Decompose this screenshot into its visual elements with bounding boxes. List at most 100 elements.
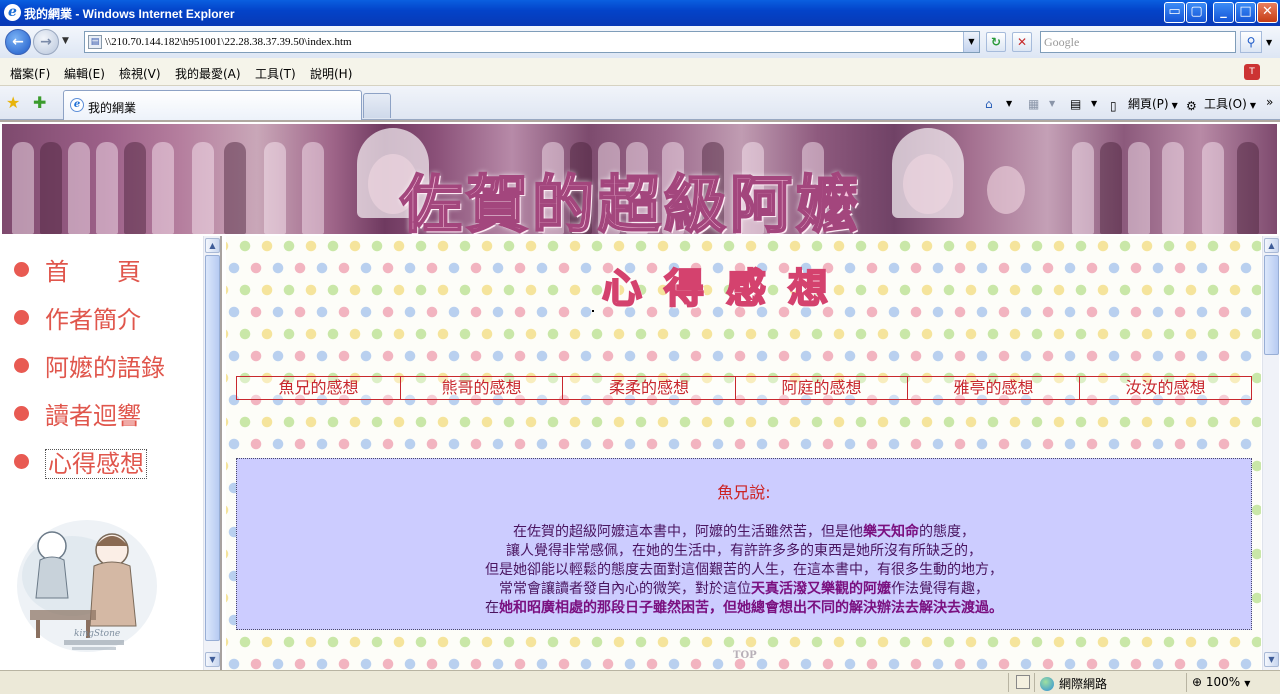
page-menu-label: 網頁(P) — [1128, 97, 1169, 111]
url-dropdown-icon[interactable]: ▼ — [963, 32, 979, 52]
speaker-label: 魚兄說: — [717, 483, 771, 502]
url-text: \\210.70.144.182\h951001\22.28.38.37.39.… — [105, 36, 352, 48]
maximize-button[interactable]: □ — [1235, 2, 1256, 23]
tab-row: ★ ✚ e 我的網業 ⌂ ▼ ▦ ▼ ▤ ▼ ▯ 網頁(P) ▼ ⚙ 工具(O) ▼ » — [0, 86, 1280, 120]
left-nav-frame: 首 頁 作者簡介 阿嬤的語錄 讀者迴響 心得感想 kingStone ▲ ▼ — [2, 236, 222, 670]
bullet-icon — [14, 454, 29, 469]
favorites-star-icon[interactable]: ★ — [6, 93, 20, 112]
reader-tabs: 魚兄的感想 熊哥的感想 柔柔的感想 阿庭的感想 雅亭的感想 汝汝的感想 — [236, 376, 1252, 400]
tab-yating[interactable]: 雅亭的感想 — [908, 377, 1080, 399]
stop-button[interactable]: ✕ — [1012, 32, 1032, 52]
address-bar: ← → ▼ ▤ \\210.70.144.182\h951001\22.28.3… — [0, 26, 1280, 58]
zoom-label: 100% — [1205, 675, 1241, 689]
scroll-down-icon[interactable]: ▼ — [1264, 652, 1279, 667]
svg-text:kingStone: kingStone — [74, 629, 120, 639]
tab-current[interactable]: e 我的網業 — [63, 90, 362, 120]
search-options-dropdown[interactable]: ▼ — [1266, 38, 1272, 47]
new-tab-button[interactable] — [363, 93, 391, 118]
stray-dot — [592, 310, 594, 312]
home-icon: ⌂ — [985, 97, 993, 111]
bullet-icon — [14, 406, 29, 421]
menu-bar: 檔案(F) 編輯(E) 檢視(V) 我的最愛(A) 工具(T) 說明(H) T — [0, 58, 1280, 86]
tools-menu-button[interactable]: ⚙ 工具(O) ▼ — [1186, 95, 1256, 113]
rss-icon: ▦ — [1028, 97, 1040, 111]
add-favorite-icon[interactable]: ✚ — [33, 93, 46, 112]
back-button[interactable]: ← — [5, 29, 31, 55]
bullet-icon — [14, 310, 29, 325]
zoom-control[interactable]: ⊕ 100% ▼ — [1192, 675, 1250, 689]
home-button[interactable]: ⌂ ▼ — [985, 95, 1012, 111]
window-title-bar: e 我的網業 - Windows Internet Explorer _ □ ✕… — [0, 0, 1280, 26]
tab-label: 我的網業 — [88, 101, 137, 115]
command-bar-overflow[interactable]: » — [1266, 95, 1273, 109]
tab-ie-icon: e — [70, 98, 84, 112]
menu-file[interactable]: 檔案(F) — [10, 65, 50, 82]
nav-item-label: 心得感想 — [45, 449, 147, 479]
tab-yu[interactable]: 魚兄的感想 — [237, 377, 401, 399]
protected-mode-icon — [1016, 675, 1030, 689]
tab-rou[interactable]: 柔柔的感想 — [563, 377, 736, 399]
zoom-icon: ⊕ — [1192, 675, 1206, 689]
zone-label: 網際網路 — [1059, 677, 1108, 691]
reflection-line: 但是她卻能以輕鬆的態度去面對這個艱苦的人生，在這本書中，有很多生動的地方， — [485, 562, 1003, 578]
gear-icon: ⚙ — [1186, 99, 1197, 113]
bullet-icon — [14, 262, 29, 277]
tab-ting[interactable]: 阿庭的感想 — [736, 377, 908, 399]
taskbar-maximize-button[interactable]: ▢ — [1186, 2, 1207, 23]
window-title: 我的網業 - Windows Internet Explorer — [24, 7, 235, 21]
globe-icon — [1040, 677, 1054, 691]
left-nav-scrollbar[interactable]: ▲ ▼ — [203, 236, 220, 670]
nav-item-home[interactable]: 首 頁 — [14, 252, 141, 287]
top-link[interactable]: TOP — [733, 650, 757, 661]
url-field[interactable]: ▤ \\210.70.144.182\h951001\22.28.38.37.3… — [84, 31, 980, 53]
nav-item-reflections[interactable]: 心得感想 — [14, 444, 147, 479]
zone-indicator[interactable]: 網際網路 — [1040, 675, 1107, 692]
main-scrollbar[interactable]: ▲ ▼ — [1262, 236, 1279, 670]
nav-item-quotes[interactable]: 阿嬤的語錄 — [14, 348, 165, 383]
main-content-frame: 心得感想 魚兄的感想 熊哥的感想 柔柔的感想 阿庭的感想 雅亭的感想 汝汝的感想… — [226, 236, 1261, 670]
scroll-thumb[interactable] — [205, 255, 220, 641]
nav-item-label: 作者簡介 — [45, 306, 141, 334]
menu-view[interactable]: 檢視(V) — [119, 65, 161, 82]
menu-favorites[interactable]: 我的最愛(A) — [175, 65, 241, 82]
scroll-down-icon[interactable]: ▼ — [205, 652, 220, 667]
bullet-icon — [14, 358, 29, 373]
banner-title: 佐賀的超級阿嬤 — [399, 167, 863, 234]
nav-item-feedback[interactable]: 讀者迴響 — [14, 396, 141, 431]
search-input[interactable]: Google — [1040, 31, 1236, 53]
scroll-thumb[interactable] — [1264, 255, 1279, 355]
nav-item-label: 首 頁 — [45, 258, 141, 286]
page-icon: ▯ — [1110, 99, 1117, 113]
refresh-button[interactable]: ↻ — [986, 32, 1006, 52]
search-icon[interactable]: ⚲ — [1240, 31, 1262, 53]
print-button[interactable]: ▤ ▼ — [1070, 95, 1097, 111]
tab-ru[interactable]: 汝汝的感想 — [1080, 377, 1251, 399]
grandma-illustration: kingStone — [17, 520, 157, 652]
banner: 佐賀的超級阿嬤 — [2, 124, 1277, 234]
feeds-button[interactable]: ▦ ▼ — [1028, 95, 1055, 111]
nav-item-author[interactable]: 作者簡介 — [14, 300, 141, 335]
recent-pages-dropdown[interactable]: ▼ — [62, 36, 69, 46]
nav-item-label: 讀者迴響 — [45, 402, 141, 430]
tab-xiong[interactable]: 熊哥的感想 — [401, 377, 563, 399]
printer-icon: ▤ — [1070, 97, 1082, 111]
menu-tools[interactable]: 工具(T) — [255, 65, 296, 82]
scroll-up-icon[interactable]: ▲ — [205, 238, 220, 253]
minimize-button[interactable]: _ — [1213, 2, 1234, 23]
close-button[interactable]: ✕ — [1257, 2, 1278, 23]
menu-help[interactable]: 說明(H) — [310, 65, 352, 82]
status-bar: 網際網路 ⊕ 100% ▼ — [0, 670, 1280, 694]
translate-icon[interactable]: T — [1244, 64, 1260, 80]
ie-logo-icon: e — [4, 4, 21, 21]
reflection-box: 魚兄說: 在佐賀的超級阿嬤這本書中，阿嬤的生活雖然苦，但是他樂天知命的態度， 讓… — [236, 458, 1252, 630]
page-icon: ▤ — [88, 35, 102, 49]
taskbar-restore-button[interactable]: ▭ — [1164, 2, 1185, 23]
scroll-up-icon[interactable]: ▲ — [1264, 238, 1279, 253]
reflection-line: 在她和昭廣相處的那段日子雖然困苦，但她總會想出不同的解決辦法去解決去渡過。 — [485, 600, 1003, 616]
menu-edit[interactable]: 編輯(E) — [64, 65, 105, 82]
page-viewport: 佐賀的超級阿嬤 首 頁 作者簡介 阿嬤的語錄 讀者迴響 心得感想 kingSto… — [0, 120, 1280, 670]
forward-button[interactable]: → — [33, 29, 59, 55]
nav-item-label: 阿嬤的語錄 — [45, 354, 165, 382]
reflection-line: 讓人覺得非常感佩，在她的生活中，有許許多多的東西是她所沒有所缺乏的， — [506, 543, 982, 559]
page-menu-button[interactable]: ▯ 網頁(P) ▼ — [1110, 95, 1178, 113]
